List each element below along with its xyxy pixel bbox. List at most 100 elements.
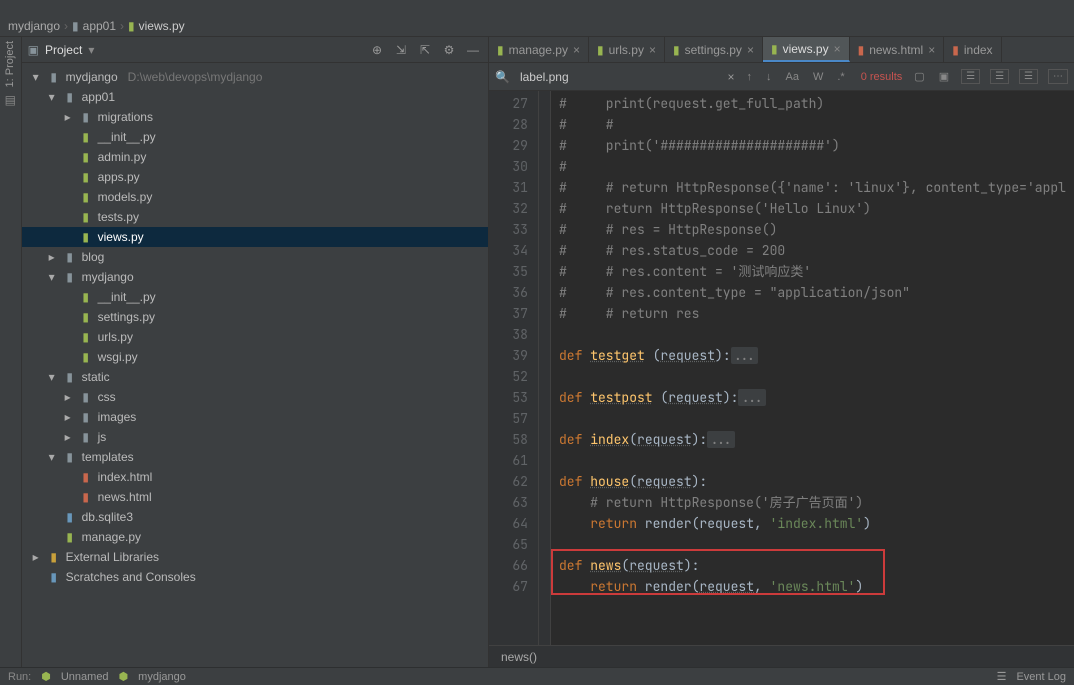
line-number[interactable]: 52 [493, 366, 528, 387]
line-number[interactable]: 36 [493, 282, 528, 303]
expand-icon[interactable] [62, 131, 74, 143]
code-line[interactable] [559, 366, 1066, 387]
code-line[interactable]: # print(request.get_full_path) [559, 93, 1066, 114]
eventlog-label[interactable]: Event Log [1016, 671, 1066, 683]
expand-icon[interactable]: ⇲ [392, 41, 410, 59]
tree-row[interactable]: ▾▮mydjangoD:\web\devops\mydjango [22, 67, 488, 87]
line-number[interactable]: 33 [493, 219, 528, 240]
gear-icon[interactable]: ⚙ [440, 41, 458, 59]
code-line[interactable] [559, 324, 1066, 345]
line-number[interactable]: 57 [493, 408, 528, 429]
expand-icon[interactable] [62, 171, 74, 183]
expand-icon[interactable]: ▾ [46, 371, 58, 383]
next-match-icon[interactable]: ↓ [764, 71, 774, 83]
line-number[interactable]: 67 [493, 576, 528, 597]
line-number[interactable]: 58 [493, 429, 528, 450]
expand-icon[interactable] [62, 211, 74, 223]
tree-row[interactable]: ▾▮static [22, 367, 488, 387]
close-icon[interactable]: × [834, 42, 841, 56]
code-line[interactable]: def testpost (request):... [559, 387, 1066, 408]
code-line[interactable] [559, 450, 1066, 471]
tree-row[interactable]: ▮Scratches and Consoles [22, 567, 488, 587]
code-line[interactable]: def house(request): [559, 471, 1066, 492]
filter-icon[interactable]: ☰ [961, 69, 980, 84]
editor-tab[interactable]: ▮news.html× [850, 37, 945, 62]
expand-icon[interactable] [46, 531, 58, 543]
dropdown-chevron-icon[interactable]: ▾ [88, 43, 94, 57]
line-number[interactable]: 35 [493, 261, 528, 282]
line-number[interactable]: 29 [493, 135, 528, 156]
tree-row[interactable]: ▮db.sqlite3 [22, 507, 488, 527]
code-line[interactable]: # return HttpResponse('Hello Linux') [559, 198, 1066, 219]
expand-icon[interactable] [30, 571, 42, 583]
marker-gutter[interactable] [539, 91, 551, 645]
expand-icon[interactable] [46, 511, 58, 523]
tree-row[interactable]: ▮models.py [22, 187, 488, 207]
find-select-icon[interactable]: ▣ [937, 70, 951, 83]
expand-icon[interactable]: ▸ [62, 431, 74, 443]
code-line[interactable]: # # return res [559, 303, 1066, 324]
expand-icon[interactable]: ▾ [46, 91, 58, 103]
find-opt-regex[interactable]: .* [835, 71, 846, 83]
tree-row[interactable]: ▾▮mydjango [22, 267, 488, 287]
expand-icon[interactable] [62, 491, 74, 503]
tree-row[interactable]: ▾▮templates [22, 447, 488, 467]
tree-row[interactable]: ▮settings.py [22, 307, 488, 327]
tree-row[interactable]: ▮views.py [22, 227, 488, 247]
tree-row[interactable]: ▮admin.py [22, 147, 488, 167]
code-line[interactable]: # return HttpResponse('房子广告页面') [559, 492, 1066, 513]
line-number[interactable]: 61 [493, 450, 528, 471]
tree-row[interactable]: ▮apps.py [22, 167, 488, 187]
code-line[interactable]: def news(request): [559, 555, 1066, 576]
code-line[interactable] [559, 408, 1066, 429]
code-line[interactable]: # # res.content_type = "application/json… [559, 282, 1066, 303]
editor-tab[interactable]: ▮manage.py× [489, 37, 589, 62]
editor-tab[interactable]: ▮views.py× [763, 37, 850, 62]
code-line[interactable]: # # res = HttpResponse() [559, 219, 1066, 240]
close-icon[interactable]: × [649, 43, 656, 57]
find-opt-case[interactable]: Aa [784, 71, 801, 83]
editor-tab[interactable]: ▮urls.py× [589, 37, 665, 62]
line-number[interactable]: 34 [493, 240, 528, 261]
code-line[interactable] [559, 534, 1066, 555]
editor-tab[interactable]: ▮settings.py× [665, 37, 763, 62]
code-line[interactable]: def index(request):... [559, 429, 1066, 450]
expand-icon[interactable] [62, 471, 74, 483]
project-panel-title[interactable]: Project [45, 43, 82, 57]
expand-icon[interactable] [62, 231, 74, 243]
line-number[interactable]: 27 [493, 93, 528, 114]
line-number[interactable]: 37 [493, 303, 528, 324]
line-number[interactable]: 64 [493, 513, 528, 534]
tree-row[interactable]: ▸▮migrations [22, 107, 488, 127]
code-area[interactable]: # print(request.get_full_path)# # # prin… [551, 91, 1074, 645]
tree-row[interactable]: ▸▮css [22, 387, 488, 407]
find-input[interactable] [520, 70, 680, 84]
breadcrumb-item[interactable]: app01 [83, 19, 116, 33]
line-number[interactable]: 38 [493, 324, 528, 345]
tree-row[interactable]: ▸▮blog [22, 247, 488, 267]
close-icon[interactable]: × [573, 43, 580, 57]
breadcrumb-item[interactable]: mydjango [8, 19, 60, 33]
collapse-icon[interactable]: ⇱ [416, 41, 434, 59]
line-number[interactable]: 62 [493, 471, 528, 492]
close-icon[interactable]: × [747, 43, 754, 57]
tree-row[interactable]: ▸▮External Libraries [22, 547, 488, 567]
line-number[interactable]: 32 [493, 198, 528, 219]
expand-icon[interactable]: ▸ [62, 391, 74, 403]
filter3-icon[interactable]: ☰ [1019, 69, 1038, 84]
expand-icon[interactable]: ▸ [46, 251, 58, 263]
expand-icon[interactable]: ▸ [62, 111, 74, 123]
hide-icon[interactable]: — [464, 41, 482, 59]
code-line[interactable]: # print('#####################') [559, 135, 1066, 156]
code-line[interactable]: return render(request, 'news.html') [559, 576, 1066, 597]
structure-toolwindow-icon[interactable]: ▤ [5, 93, 16, 107]
breadcrumb-item[interactable]: views.py [139, 19, 185, 33]
editor-tab[interactable]: ▮index [944, 37, 1001, 62]
expand-icon[interactable] [62, 311, 74, 323]
line-number[interactable]: 65 [493, 534, 528, 555]
expand-icon[interactable]: ▾ [30, 71, 42, 83]
find-opt-words[interactable]: W [811, 71, 825, 83]
target-icon[interactable]: ⊕ [368, 41, 386, 59]
expand-icon[interactable] [62, 351, 74, 363]
tree-row[interactable]: ▾▮app01 [22, 87, 488, 107]
